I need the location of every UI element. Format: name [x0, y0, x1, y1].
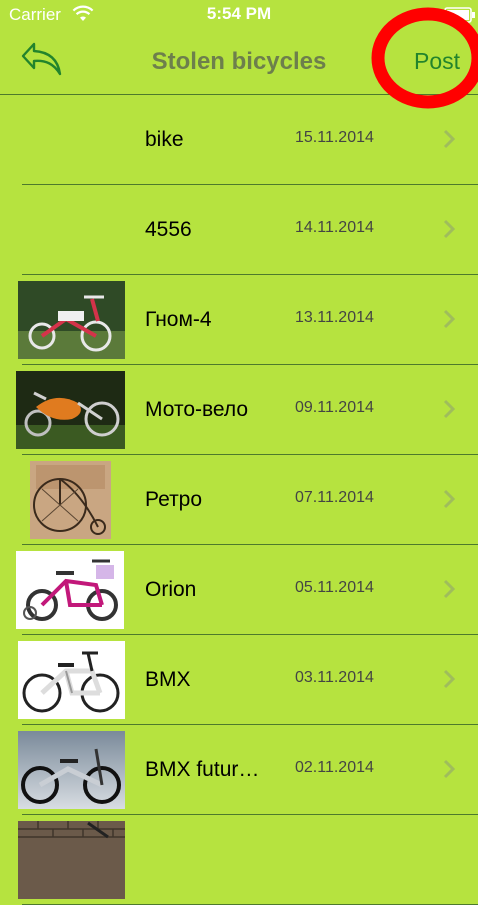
list-item[interactable]: BMX 03.11.2014: [18, 635, 478, 725]
item-date: 02.11.2014: [295, 759, 374, 776]
chevron-right-icon: [443, 129, 456, 149]
list-item[interactable]: Гном-4 13.11.2014: [18, 275, 478, 365]
item-thumbnail: [18, 821, 125, 899]
list-item[interactable]: BMX futur… 02.11.2014: [18, 725, 478, 815]
item-date: 13.11.2014: [295, 309, 374, 326]
moto-bike-image: [16, 371, 125, 449]
chevron-right-icon: [443, 759, 456, 779]
chevron-right-icon: [443, 219, 456, 239]
list-item[interactable]: Мото-вело 09.11.2014: [16, 365, 478, 455]
item-date: 09.11.2014: [295, 399, 374, 416]
item-name: Ретро: [145, 488, 203, 511]
brick-wall-image: [18, 821, 125, 899]
item-thumbnail: [16, 551, 124, 629]
status-bar: Carrier 5:54 PM: [0, 0, 478, 30]
item-thumbnail: [18, 731, 125, 809]
list-item[interactable]: Ретро 07.11.2014: [22, 455, 478, 545]
item-name: BMX futur…: [145, 758, 260, 781]
chevron-right-icon: [443, 579, 456, 599]
list-item[interactable]: Orion 05.11.2014: [16, 545, 478, 635]
item-thumbnail: [30, 461, 111, 539]
bmx-white-image: [18, 641, 125, 719]
item-date: 07.11.2014: [295, 489, 374, 506]
nav-bar: Stolen bicycles Post: [0, 30, 478, 95]
chevron-right-icon: [443, 399, 456, 419]
chevron-right-icon: [443, 489, 456, 509]
status-time: 5:54 PM: [206, 4, 272, 23]
kids-bike-image: [16, 551, 124, 629]
list-item[interactable]: 4556 14.11.2014: [22, 185, 478, 275]
battery-icon: [444, 7, 475, 23]
post-button[interactable]: Post: [414, 48, 460, 75]
tricycle-image: [18, 281, 125, 359]
list-item[interactable]: [18, 815, 478, 905]
chevron-right-icon: [443, 309, 456, 329]
penny-farthing-image: [30, 461, 111, 539]
bmx-future-image: [18, 731, 125, 809]
item-thumbnail: [16, 371, 125, 449]
item-name: BMX: [145, 668, 191, 691]
bicycle-list: bike 15.11.2014 4556 14.11.2014 Гном-4 1…: [0, 95, 478, 905]
page-title: Stolen bicycles: [151, 48, 327, 75]
item-name: Мото-вело: [145, 398, 249, 421]
item-date: 14.11.2014: [295, 219, 374, 236]
item-name: 4556: [145, 218, 192, 241]
item-date: 05.11.2014: [295, 579, 374, 596]
item-name: Orion: [145, 578, 197, 601]
chevron-right-icon: [443, 669, 456, 689]
item-name: bike: [145, 128, 184, 151]
item-thumbnail: [18, 641, 125, 719]
item-date: 15.11.2014: [295, 129, 374, 146]
item-date: 03.11.2014: [295, 669, 374, 686]
item-thumbnail: [18, 281, 125, 359]
item-name: Гном-4: [145, 308, 212, 331]
list-item[interactable]: bike 15.11.2014: [22, 95, 478, 185]
